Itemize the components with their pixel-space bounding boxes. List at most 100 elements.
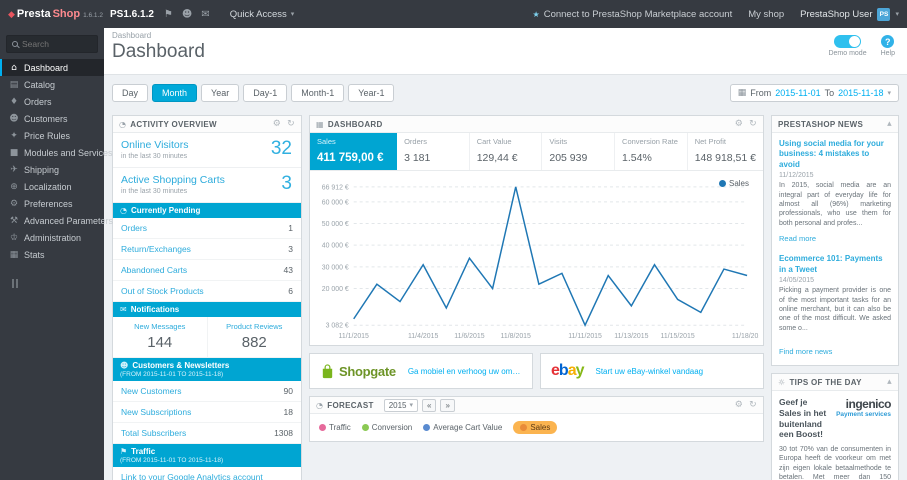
- forecast-year-select[interactable]: 2015 ▾: [383, 398, 418, 412]
- activity-section-title: Currently Pending: [130, 206, 201, 215]
- sidebar-item-orders[interactable]: ♦ Orders: [0, 93, 104, 110]
- shop-name-link[interactable]: PS1.6.1.2: [110, 9, 154, 20]
- gear-icon[interactable]: ⚙: [273, 119, 281, 129]
- help-icon[interactable]: ?: [881, 35, 895, 48]
- range-button-day[interactable]: Day: [112, 84, 149, 102]
- range-button-month-1[interactable]: Month-1: [291, 84, 345, 102]
- activity-section-subtitle: (FROM 2015-11-01 TO 2015-11-18): [120, 371, 224, 378]
- gear-icon[interactable]: ⚙: [735, 119, 743, 129]
- sidebar-item-price-rules[interactable]: ✦ Price Rules: [0, 127, 104, 144]
- kpi-cart-value[interactable]: Cart Value 129,44 €: [470, 133, 543, 170]
- sidebar-item-preferences[interactable]: ⚙ Preferences: [0, 195, 104, 212]
- news-article-title[interactable]: Ecommerce 101: Payments in a Tweet: [779, 254, 891, 275]
- activity-row-link[interactable]: Out of Stock Products: [121, 286, 204, 296]
- chart-legend[interactable]: Sales: [718, 179, 749, 188]
- collapse-panel-icon[interactable]: ▴: [887, 377, 892, 387]
- activity-row-value: 3: [288, 244, 293, 254]
- news-article-title[interactable]: Using social media for your business: 4 …: [779, 139, 891, 170]
- kpi-label: Conversion Rate: [622, 137, 678, 146]
- help-control: ? Help: [881, 35, 895, 57]
- forecast-prev-button[interactable]: «: [422, 398, 437, 412]
- activity-row-link[interactable]: Return/Exchanges: [121, 244, 191, 254]
- kpi-net-profit[interactable]: Net Profit 148 918,51 €: [688, 133, 763, 170]
- forecast-next-button[interactable]: »: [440, 398, 455, 412]
- sidebar-search[interactable]: [6, 35, 98, 53]
- activity-row-link[interactable]: Orders: [121, 223, 147, 233]
- quick-access-button[interactable]: Quick Access ▾: [222, 6, 303, 23]
- sidebar-item-label: Catalog: [24, 79, 56, 90]
- forecast-legend-sales[interactable]: Sales: [513, 421, 558, 434]
- envelope-icon[interactable]: ✉: [201, 9, 209, 20]
- range-button-year[interactable]: Year: [201, 84, 240, 102]
- prestashop-logo[interactable]: ◆ Presta Shop 1.6.1.2: [0, 8, 104, 20]
- range-button-month[interactable]: Month: [152, 84, 198, 102]
- svg-text:11/13/2015: 11/13/2015: [614, 333, 648, 340]
- activity-row-link[interactable]: New Subscriptions: [121, 407, 191, 417]
- forecast-legend-average-cart-value[interactable]: Average Cart Value: [423, 423, 502, 432]
- ingenico-wordmark: ingenico: [845, 397, 892, 412]
- gear-icon[interactable]: ⚙: [735, 400, 743, 410]
- activity-row-link[interactable]: Total Subscribers: [121, 428, 186, 438]
- kpi-visits[interactable]: Visits 205 939: [542, 133, 616, 170]
- svg-text:11/8/2015: 11/8/2015: [501, 333, 532, 340]
- module-promos: Shopgate Ga mobiel en verhoog uw omzet e…: [309, 353, 764, 389]
- activity-section-header-currently-pending: ◔ Currently Pending: [113, 203, 301, 218]
- activity-stat-label[interactable]: Active Shopping Carts: [121, 174, 293, 186]
- sidebar-item-modules-and-services[interactable]: ■ Modules and Services: [0, 144, 113, 161]
- find-more-news-link[interactable]: Find more news: [779, 347, 832, 356]
- sidebar-item-catalog[interactable]: ▤ Catalog: [0, 76, 104, 93]
- refresh-icon[interactable]: ↻: [287, 119, 295, 129]
- activity-row-link[interactable]: New Customers: [121, 386, 181, 396]
- range-button-year-1[interactable]: Year-1: [348, 84, 395, 102]
- ebay-link[interactable]: Start uw eBay-winkel vandaag: [596, 367, 704, 376]
- kpi-value: 129,44 €: [476, 152, 518, 164]
- forecast-legend: Traffic Conversion Average Cart Value Sales: [310, 414, 763, 441]
- sidebar-nav: ⌂ Dashboard ▤ Catalog ♦ Orders ☻ Customers ✦ Pric…: [0, 59, 113, 263]
- sidebar-item-localization[interactable]: ⊕ Localization: [0, 178, 104, 195]
- cart-icon[interactable]: ⚑: [164, 9, 173, 20]
- notification-label[interactable]: Product Reviews: [210, 322, 300, 331]
- kpi-conversion-rate[interactable]: Conversion Rate 1.54%: [615, 133, 688, 170]
- forecast-legend-label: Sales: [530, 423, 551, 432]
- sidebar-item-customers[interactable]: ☻ Customers: [0, 110, 104, 127]
- forecast-legend-conversion[interactable]: Conversion: [361, 423, 412, 432]
- date-range-picker[interactable]: ▦ From 2015-11-01 To 2015-11-18 ▾: [729, 84, 899, 102]
- news-article-date: 11/12/2015: [779, 172, 814, 180]
- tips-bulb-icon: ☼: [778, 377, 786, 387]
- svg-text:40 000 €: 40 000 €: [322, 243, 349, 250]
- marketplace-link[interactable]: ★ Connect to PrestaShop Marketplace acco…: [533, 9, 733, 20]
- range-button-day-1[interactable]: Day-1: [243, 84, 288, 102]
- kpi-sales[interactable]: Sales 411 759,00 €: [310, 133, 398, 170]
- shopgate-link[interactable]: Ga mobiel en verhoog uw omzet: [408, 367, 522, 376]
- sidebar-item-dashboard[interactable]: ⌂ Dashboard: [0, 59, 104, 76]
- user-menu[interactable]: PrestaShop User PS ▾: [800, 7, 899, 21]
- activity-row-total-subscribers: Total Subscribers 1308: [113, 423, 301, 444]
- kpi-orders[interactable]: Orders 3 181: [397, 133, 470, 170]
- read-more-link[interactable]: Read more: [779, 234, 816, 243]
- google-analytics-link[interactable]: Link to your Google Analytics account: [121, 472, 263, 480]
- tips-panel-header: ☼ TIPS OF THE DAY ▴: [772, 374, 898, 392]
- sidebar-item-advanced-parameters[interactable]: ⚒ Advanced Parameters: [0, 212, 113, 229]
- sidebar-item-stats[interactable]: ▦ Stats: [0, 246, 104, 263]
- person-icon[interactable]: ☻: [182, 9, 192, 20]
- activity-stat-label[interactable]: Online Visitors: [121, 139, 293, 151]
- notification-label[interactable]: New Messages: [115, 322, 205, 331]
- ingenico-tagline: Payment services: [836, 411, 891, 419]
- sidebar-item-administration[interactable]: ♔ Administration: [0, 229, 104, 246]
- collapse-menu-icon[interactable]: [12, 279, 104, 288]
- notification-value: 144: [147, 334, 173, 351]
- legend-dot: [319, 424, 326, 431]
- refresh-icon[interactable]: ↻: [749, 119, 757, 129]
- activity-row-link[interactable]: Abandoned Carts: [121, 265, 187, 275]
- forecast-legend-traffic[interactable]: Traffic: [319, 423, 351, 432]
- search-input[interactable]: [22, 39, 92, 49]
- refresh-icon[interactable]: ↻: [749, 400, 757, 410]
- collapse-panel-icon[interactable]: ▴: [887, 119, 892, 129]
- my-shop-link[interactable]: My shop: [748, 9, 784, 20]
- demo-mode-toggle[interactable]: [834, 35, 862, 48]
- activity-section-title: Notifications: [130, 305, 180, 314]
- sidebar-item-shipping[interactable]: ✈ Shipping: [0, 161, 104, 178]
- dashboard-panel-title: DASHBOARD: [327, 119, 383, 129]
- prestashop-news-panel: PRESTASHOP NEWS ▴ Using social media for…: [771, 115, 899, 367]
- marketplace-link-label: Connect to PrestaShop Marketplace accoun…: [543, 8, 733, 20]
